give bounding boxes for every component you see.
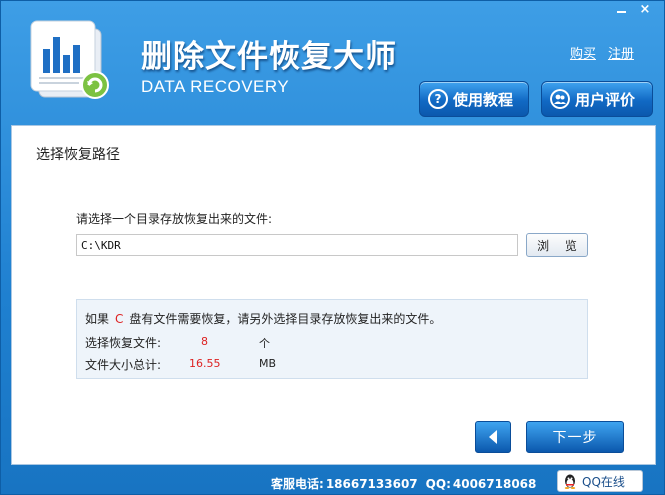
note-drive: C	[115, 312, 124, 326]
review-label: 用户评价	[575, 90, 636, 109]
note-prefix: 如果	[85, 312, 110, 326]
selected-files-unit: 个	[259, 337, 270, 350]
qq-online-label: QQ在线	[582, 474, 625, 489]
phone-value: 18667133607	[325, 477, 418, 491]
tutorial-label: 使用教程	[453, 90, 514, 109]
path-prompt: 请选择一个目录存放恢复出来的文件:	[76, 212, 273, 226]
path-input[interactable]	[76, 234, 518, 256]
tutorial-button[interactable]: ? 使用教程	[419, 81, 529, 117]
buy-link[interactable]: 购买	[570, 43, 596, 62]
phone-label: 客服电话:	[271, 477, 324, 491]
qq-penguin-icon	[564, 474, 576, 489]
section-title: 选择恢复路径	[36, 147, 120, 163]
qq-online-button[interactable]: QQ在线	[557, 470, 643, 492]
drive-note: 如果 C 盘有文件需要恢复，请另外选择目录存放恢复出来的文件。	[85, 310, 441, 327]
total-size-unit: MB	[259, 357, 277, 370]
app-title: 删除文件恢复大师	[141, 39, 397, 75]
top-links: 购买 注册	[570, 43, 634, 62]
contact-info: 客服电话: 18667133607 QQ: 4006718068	[271, 475, 544, 492]
total-size-row: 文件大小总计: 16.55 MB	[85, 356, 276, 373]
close-button[interactable]: ×	[634, 1, 656, 17]
qq-label: QQ:	[425, 477, 451, 491]
total-size-value: 16.55	[189, 357, 221, 370]
app-logo-icon	[30, 20, 109, 99]
next-button[interactable]: 下一步	[526, 421, 624, 453]
selected-files-row: 选择恢复文件: 8 个	[85, 334, 270, 351]
minimize-icon	[616, 11, 626, 13]
app-subtitle: DATA RECOVERY	[141, 77, 290, 96]
browse-button[interactable]: 浏 览	[526, 233, 588, 257]
footer: 客服电话: 18667133607 QQ: 4006718068 QQ在线	[1, 467, 664, 494]
selected-files-value: 8	[201, 335, 208, 348]
total-size-label: 文件大小总计:	[85, 358, 162, 372]
users-icon	[550, 89, 570, 109]
content-panel: 选择恢复路径 请选择一个目录存放恢复出来的文件: 浏 览 如果 C 盘有文件需要恢复…	[11, 125, 656, 465]
app-window: × 删除文件恢复大师 DATA RECOVERY 购买 注册 ? 使用教程 用户…	[0, 0, 665, 495]
arrow-left-icon	[489, 430, 497, 444]
qq-value: 4006718068	[452, 477, 537, 491]
selected-files-label: 选择恢复文件:	[85, 336, 162, 350]
close-icon: ×	[639, 1, 651, 17]
help-icon: ?	[428, 89, 448, 109]
back-button[interactable]	[475, 421, 511, 453]
register-link[interactable]: 注册	[608, 43, 634, 62]
minimize-button[interactable]	[610, 1, 632, 17]
info-box: 如果 C 盘有文件需要恢复，请另外选择目录存放恢复出来的文件。 选择恢复文件: 8 …	[76, 299, 588, 379]
note-suffix: 盘有文件需要恢复，请另外选择目录存放恢复出来的文件。	[129, 312, 442, 326]
review-button[interactable]: 用户评价	[541, 81, 653, 117]
